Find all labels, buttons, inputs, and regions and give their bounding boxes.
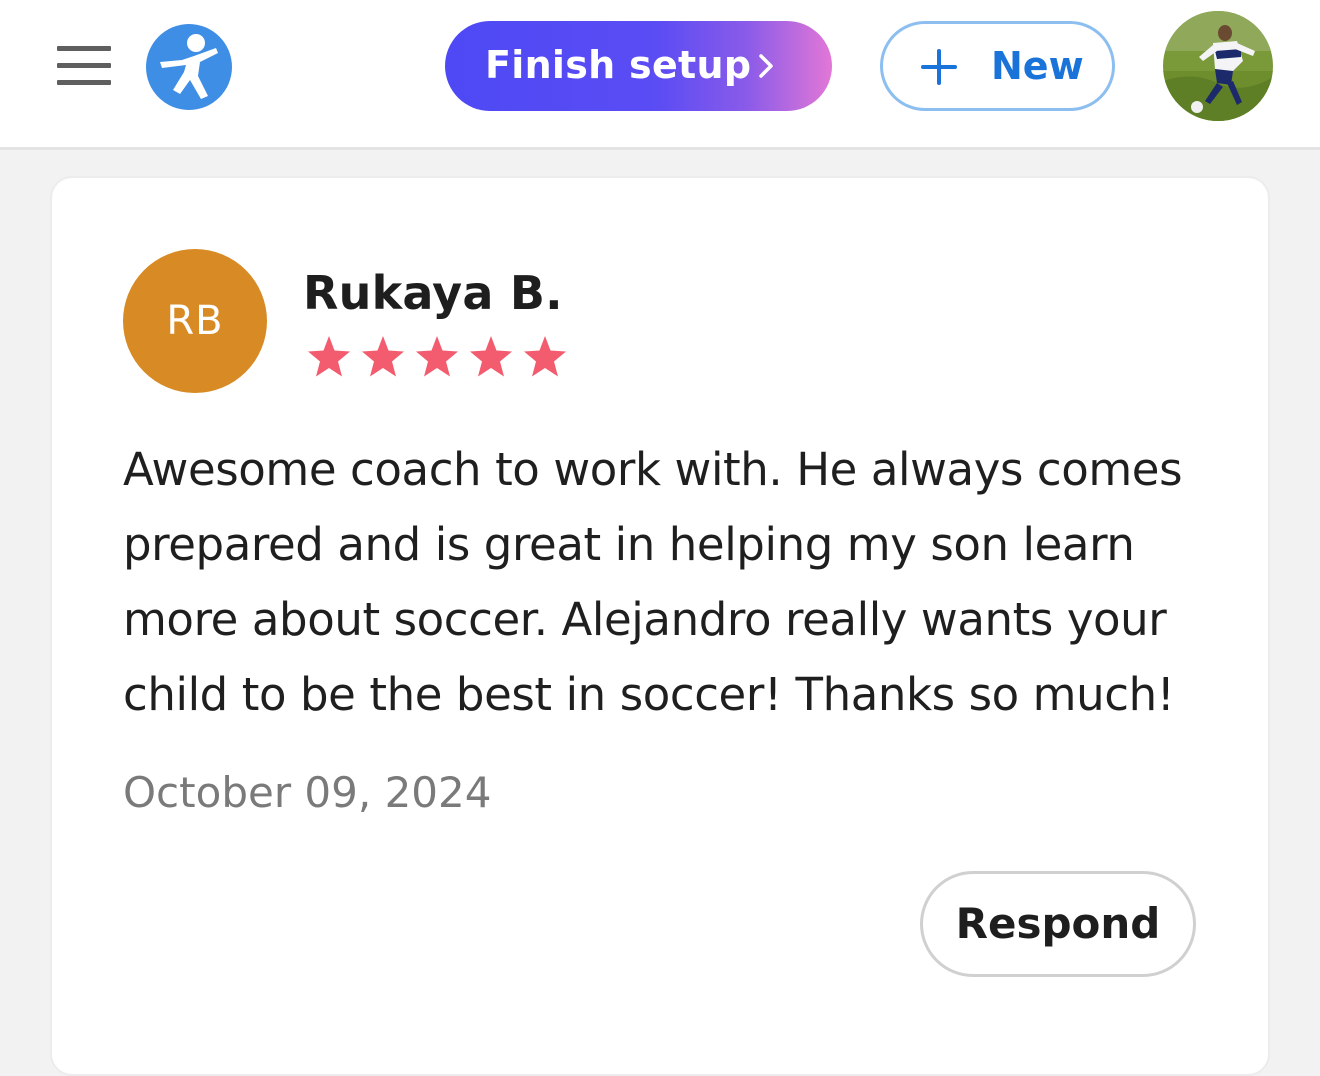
profile-avatar[interactable] [1163,11,1273,121]
new-button[interactable]: New [880,21,1115,111]
review-text: Awesome coach to work with. He always co… [123,443,1183,721]
plus-icon [921,49,957,85]
reviewer-name: Rukaya B. [303,266,563,320]
running-person-logo-icon[interactable] [146,24,232,110]
finish-setup-button[interactable]: Finish setup [445,21,832,111]
top-bar: Finish setup New [0,0,1320,150]
menu-line [57,63,111,68]
respond-button[interactable]: Respond [920,871,1196,977]
star-icon [416,336,458,377]
chevron-right-icon [759,54,773,78]
menu-line [57,80,111,85]
star-icon [524,336,566,377]
star-icon [308,336,350,377]
profile-photo-image [1163,11,1273,121]
reviewer-avatar: RB [123,249,267,393]
hamburger-menu-icon[interactable] [57,46,111,86]
review-date: October 09, 2024 [123,768,492,817]
star-icon [470,336,512,377]
star-icon [362,336,404,377]
new-button-label: New [991,44,1084,88]
menu-line [57,46,111,51]
finish-setup-label: Finish setup [485,43,752,87]
star-rating [303,332,573,382]
